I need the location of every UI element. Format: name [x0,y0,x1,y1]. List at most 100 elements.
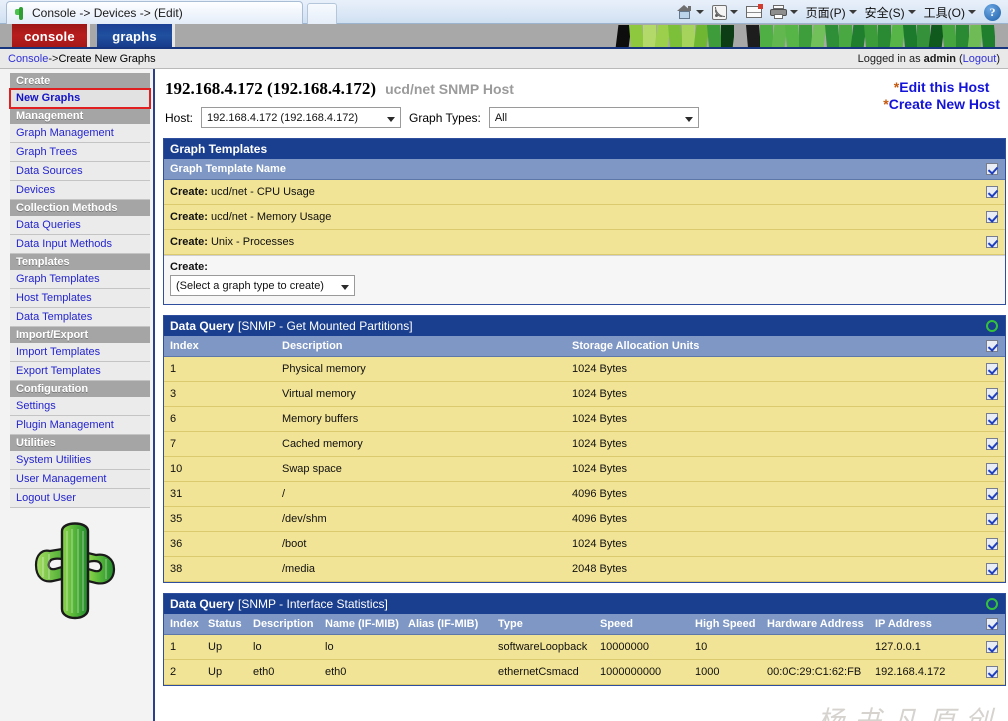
breadcrumb-link-console[interactable]: Console [8,53,48,65]
table-row[interactable]: 3 Virtual memory 1024 Bytes [164,381,1005,407]
row-select-cell[interactable] [979,229,1005,255]
sidebar-item-system-utilities[interactable]: System Utilities [10,451,150,470]
row-select-cell[interactable] [979,406,1005,432]
row-checkbox[interactable] [986,513,998,526]
row-checkbox[interactable] [986,641,998,654]
row-checkbox[interactable] [986,563,998,576]
row-select-cell[interactable] [979,481,1005,507]
chevron-down-icon[interactable] [968,10,976,14]
row-checkbox[interactable] [986,488,998,501]
data-query-interfaces-title: Data Query [SNMP - Interface Statistics] [164,594,1005,614]
chevron-down-icon[interactable] [695,10,704,14]
sidebar-item-import-templates[interactable]: Import Templates [10,343,150,362]
cell-type: ethernetCsmacd [492,659,594,685]
graph-types-select[interactable]: All [488,107,699,128]
row-checkbox[interactable] [986,363,998,376]
table-row[interactable]: Create: ucd/net - Memory Usage [164,204,1005,230]
host-select[interactable]: 192.168.4.172 (192.168.4.172) [201,107,402,128]
mail-button[interactable] [743,1,765,23]
row-checkbox[interactable] [986,236,998,249]
select-all-checkbox[interactable] [986,340,998,353]
select-all-checkbox[interactable] [986,163,998,176]
table-row[interactable]: 35/dev/shm 4096 Bytes [164,506,1005,532]
row-checkbox[interactable] [986,463,998,476]
sidebar-item-logout-user[interactable]: Logout User [10,489,150,508]
row-select-cell[interactable] [979,456,1005,482]
page-menu-button[interactable]: 页面(P) [803,1,860,23]
row-checkbox[interactable] [986,388,998,401]
sidebar-group-management: Management [10,108,150,124]
col-select-all[interactable] [979,614,1005,635]
row-checkbox[interactable] [986,413,998,426]
sidebar-item-host-templates[interactable]: Host Templates [10,289,150,308]
create-graph-type-select[interactable]: (Select a graph type to create) [170,275,355,296]
sidebar-item-data-queries[interactable]: Data Queries [10,216,150,235]
table-row[interactable]: 38/media 2048 Bytes [164,556,1005,582]
row-checkbox[interactable] [986,186,998,199]
sidebar-item-data-input-methods[interactable]: Data Input Methods [10,235,150,254]
sidebar-item-graph-templates[interactable]: Graph Templates [10,270,150,289]
sidebar-item-data-sources[interactable]: Data Sources [10,162,150,181]
sidebar-item-plugin-management[interactable]: Plugin Management [10,416,150,435]
row-select-cell[interactable] [979,179,1005,205]
table-row[interactable]: 2 Up eth0 eth0 ethernetCsmacd 1000000000 1000 0… [164,659,1005,685]
row-checkbox[interactable] [986,438,998,451]
row-select-cell[interactable] [979,659,1005,685]
help-button[interactable]: ? [981,1,1004,23]
table-row[interactable]: 1 Up lo lo softwareLoopback 10000000 10 127.0.0… [164,634,1005,660]
row-select-cell[interactable] [979,506,1005,532]
sidebar-item-new-graphs[interactable]: New Graphs [9,88,151,109]
row-checkbox[interactable] [986,211,998,224]
row-checkbox[interactable] [986,666,998,679]
cell-status: Up [202,659,247,685]
table-row[interactable]: 31/4096 Bytes [164,481,1005,507]
table-row[interactable]: Create: ucd/net - CPU Usage [164,179,1005,205]
sidebar-item-graph-management[interactable]: Graph Management [10,124,150,143]
row-select-cell[interactable] [979,634,1005,660]
create-new-host-link[interactable]: *Create New Host [883,96,1000,113]
chevron-down-icon[interactable] [789,10,798,14]
row-select-cell[interactable] [979,556,1005,582]
row-select-cell[interactable] [979,431,1005,457]
sidebar-item-data-templates[interactable]: Data Templates [10,308,150,327]
tools-menu-button[interactable]: 工具(O) [921,1,979,23]
sidebar-item-settings[interactable]: Settings [10,397,150,416]
sidebar-item-graph-trees[interactable]: Graph Trees [10,143,150,162]
row-select-cell[interactable] [979,356,1005,382]
browser-tab[interactable]: Console -> Devices -> (Edit) [6,1,303,24]
banner-stripe [877,25,891,47]
tab-console[interactable]: console [12,24,90,47]
print-button[interactable] [767,1,801,23]
chevron-down-icon[interactable] [729,10,738,14]
edit-this-host-link[interactable]: *Edit this Host [883,79,1000,96]
sidebar-item-devices[interactable]: Devices [10,181,150,200]
breadcrumb-current: Create New Graphs [58,52,156,65]
green-circle-refresh-icon[interactable] [986,598,998,610]
green-circle-refresh-icon[interactable] [986,320,998,332]
sidebar-item-user-management[interactable]: User Management [10,470,150,489]
chevron-down-icon[interactable] [848,10,857,14]
table-row[interactable]: 36/boot 1024 Bytes [164,531,1005,557]
safety-menu-button[interactable]: 安全(S) [862,1,919,23]
row-select-cell[interactable] [979,204,1005,230]
table-row[interactable]: 6 Memory buffers 1024 Bytes [164,406,1005,432]
new-tab-button[interactable] [307,3,337,24]
home-button[interactable] [673,1,707,23]
sidebar-item-export-templates[interactable]: Export Templates [10,362,150,381]
table-row[interactable]: 7 Cached memory 1024 Bytes [164,431,1005,457]
col-select-all[interactable] [979,159,1005,180]
logout-link[interactable]: Logout [963,53,997,65]
table-row[interactable]: 10 Swap space 1024 Bytes [164,456,1005,482]
row-checkbox[interactable] [986,538,998,551]
feeds-button[interactable] [709,1,741,23]
chevron-down-icon[interactable] [907,10,916,14]
cell-storage-allocation-units: 1024 Bytes [566,356,979,382]
tab-graphs[interactable]: graphs [97,24,175,47]
select-all-checkbox[interactable] [986,618,998,631]
cacti-favicon [14,6,27,20]
table-row[interactable]: Create: Unix - Processes [164,229,1005,255]
table-row[interactable]: 1 Physical memory 1024 Bytes [164,356,1005,382]
col-select-all[interactable] [979,336,1005,357]
row-select-cell[interactable] [979,531,1005,557]
row-select-cell[interactable] [979,381,1005,407]
